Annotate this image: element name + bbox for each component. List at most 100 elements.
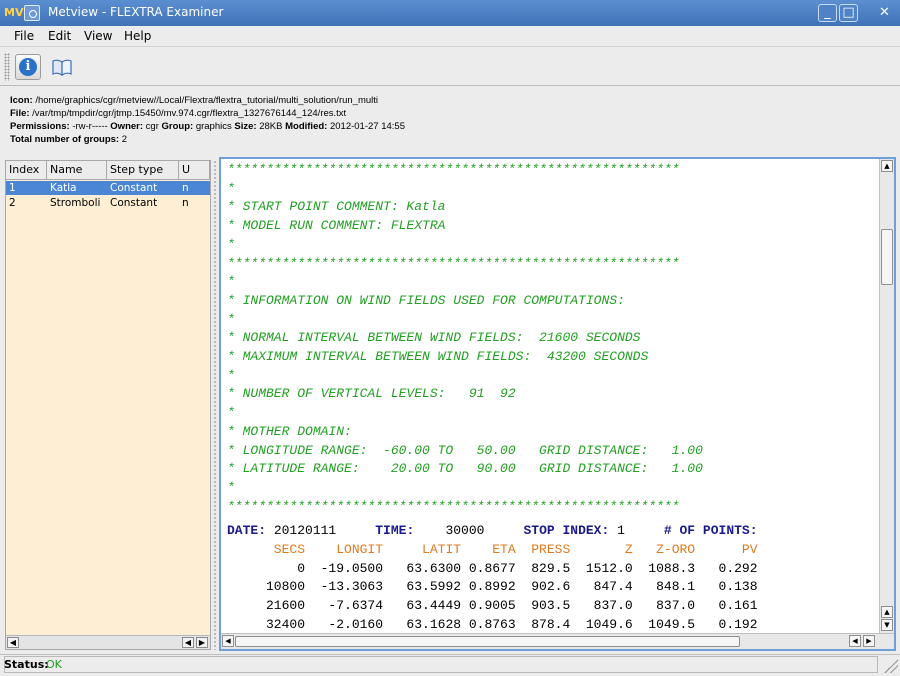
data-row: 0 -19.0500 63.6300 0.8677 829.5 1512.0 1…	[227, 560, 758, 578]
header-line: *	[227, 273, 235, 291]
status-bar: Status: OK	[0, 654, 900, 676]
window-menu-icon[interactable]	[24, 5, 40, 21]
resize-grip-icon[interactable]	[884, 659, 898, 673]
header-line: ****************************************…	[227, 498, 679, 516]
text-segment: ****************************************…	[227, 162, 680, 177]
cell: 878.4	[515, 616, 571, 632]
cell: 0.8763	[461, 616, 516, 632]
minimize-button[interactable]: _	[818, 4, 837, 22]
cell: 21600	[227, 598, 306, 614]
column-header-step-type[interactable]: Step type	[107, 161, 179, 180]
cell: 0.8992	[461, 579, 516, 595]
vertical-scroll-thumb[interactable]	[881, 229, 893, 285]
text-segment: * NORMAL INTERVAL BETWEEN WIND FIELDS: 2…	[227, 330, 641, 346]
file-info: Icon: /home/graphics/cgr/metview//Local/…	[10, 94, 890, 146]
cell: 837.0	[632, 598, 696, 614]
cell: 63.6300	[383, 560, 462, 576]
cell: 902.6	[515, 579, 571, 595]
text-segment: *	[227, 405, 235, 421]
scroll-down-arrow-icon[interactable]: ▼	[881, 619, 893, 631]
info-button[interactable]: i	[15, 54, 41, 80]
menu-file[interactable]: File	[14, 29, 34, 43]
menu-edit[interactable]: Edit	[48, 29, 71, 43]
cell: 0	[227, 560, 306, 576]
text-segment: *	[227, 367, 235, 383]
cell: 10800	[227, 579, 306, 595]
cell: 0.292	[695, 560, 758, 576]
scroll-left-arrow-icon[interactable]: ◀	[222, 635, 234, 647]
header-line: * MOTHER DOMAIN:	[227, 423, 352, 441]
cell: -2.0160	[305, 616, 384, 632]
text-segment: * MOTHER DOMAIN:	[227, 423, 352, 439]
scroll-right-arrow-icon[interactable]: ▶	[863, 635, 875, 647]
status-label: Status:	[4, 658, 49, 671]
book-icon[interactable]	[51, 56, 73, 78]
cell: 0.9005	[461, 598, 516, 614]
text-segment: 30000	[414, 523, 524, 539]
maximize-button[interactable]: □	[839, 4, 858, 22]
cell: -13.3063	[305, 579, 384, 595]
column-header: LONGIT	[305, 542, 384, 557]
data-row: 10800 -13.3063 63.5992 0.8992 902.6 847.…	[227, 578, 758, 596]
header-line: * MAXIMUM INTERVAL BETWEEN WIND FIELDS: …	[227, 348, 648, 366]
text-segment: TIME:	[375, 523, 415, 539]
scroll-up-arrow-icon[interactable]: ▲	[881, 606, 893, 618]
column-header: LATIT	[383, 542, 462, 557]
groups-table: Index Name Step type U 1 Katla Constant …	[5, 160, 211, 650]
total-groups-line: Total number of groups: 2	[10, 134, 128, 145]
content-vertical-scrollbar[interactable]: ▲ ▲ ▼	[879, 159, 894, 633]
data-row: 21600 -7.6374 63.4449 0.9005 903.5 837.0…	[227, 597, 758, 615]
title-bar: MV Metview - FLEXTRA Examiner _ □ ✕	[0, 0, 900, 26]
result-text[interactable]: ****************************************…	[221, 159, 879, 633]
column-header-index[interactable]: Index	[6, 161, 47, 180]
column-header-name[interactable]: Name	[47, 161, 107, 180]
scroll-left-arrow-icon[interactable]: ◀	[7, 637, 19, 648]
cell: 1088.3	[632, 560, 696, 576]
cell: 1049.5	[632, 616, 696, 632]
close-button[interactable]: ✕	[875, 4, 894, 22]
cell: 0.138	[695, 579, 758, 595]
data-row: 32400 -2.0160 63.1628 0.8763 878.4 1049.…	[227, 616, 758, 633]
horizontal-scroll-thumb[interactable]	[235, 636, 740, 647]
text-segment: * LONGITUDE RANGE: -60.00 TO 50.00 GRID …	[227, 442, 703, 458]
table-row[interactable]: 2 Stromboli Constant n	[6, 196, 210, 210]
toolbar-grip[interactable]	[4, 53, 10, 81]
toolbar: i	[0, 46, 900, 86]
groups-horizontal-scrollbar[interactable]: ◀ ◀ ▶	[6, 635, 210, 649]
column-header: ETA	[461, 542, 516, 557]
cell: -19.0500	[305, 560, 384, 576]
content-horizontal-scrollbar[interactable]: ◀ ◀ ▶	[221, 633, 894, 649]
scroll-right-arrow-icon[interactable]: ▶	[196, 637, 208, 648]
header-line: * INFORMATION ON WIND FIELDS USED FOR CO…	[227, 292, 625, 310]
cell: -7.6374	[305, 598, 384, 614]
cell: 63.1628	[383, 616, 462, 632]
cell: 848.1	[632, 579, 696, 595]
scroll-left-arrow-icon[interactable]: ◀	[849, 635, 861, 647]
menu-view[interactable]: View	[84, 29, 112, 43]
cell: 0.161	[695, 598, 758, 614]
header-line: *	[227, 479, 235, 497]
column-header-u[interactable]: U	[179, 161, 210, 180]
file-content-view: ****************************************…	[219, 157, 896, 651]
menu-help[interactable]: Help	[124, 29, 151, 43]
scroll-left-arrow-icon[interactable]: ◀	[182, 637, 194, 648]
scroll-up-arrow-icon[interactable]: ▲	[881, 160, 893, 172]
window-title: Metview - FLEXTRA Examiner	[48, 5, 224, 19]
cell: 1512.0	[570, 560, 633, 576]
panel-splitter[interactable]	[213, 160, 217, 650]
cell: 837.0	[570, 598, 633, 614]
text-segment: * START POINT COMMENT: Katla	[227, 199, 446, 215]
table-row[interactable]: 1 Katla Constant n	[6, 181, 210, 195]
text-segment: * LATITUDE RANGE: 20.00 TO 90.00 GRID DI…	[227, 461, 703, 477]
cell: 1049.6	[570, 616, 633, 632]
text-segment: *	[227, 180, 235, 196]
text-segment: DATE:	[227, 523, 267, 539]
total-groups-value: 2	[121, 134, 128, 145]
status-value: OK	[46, 658, 62, 671]
icon-path: /home/graphics/cgr/metview//Local/Flextr…	[35, 95, 379, 106]
text-segment: 20120111	[266, 523, 376, 539]
text-segment: ****************************************…	[227, 255, 680, 271]
column-header: Z	[570, 542, 633, 557]
text-segment: * NUMBER OF VERTICAL LEVELS: 91 92	[227, 386, 516, 402]
column-header: PRESS	[515, 542, 571, 557]
